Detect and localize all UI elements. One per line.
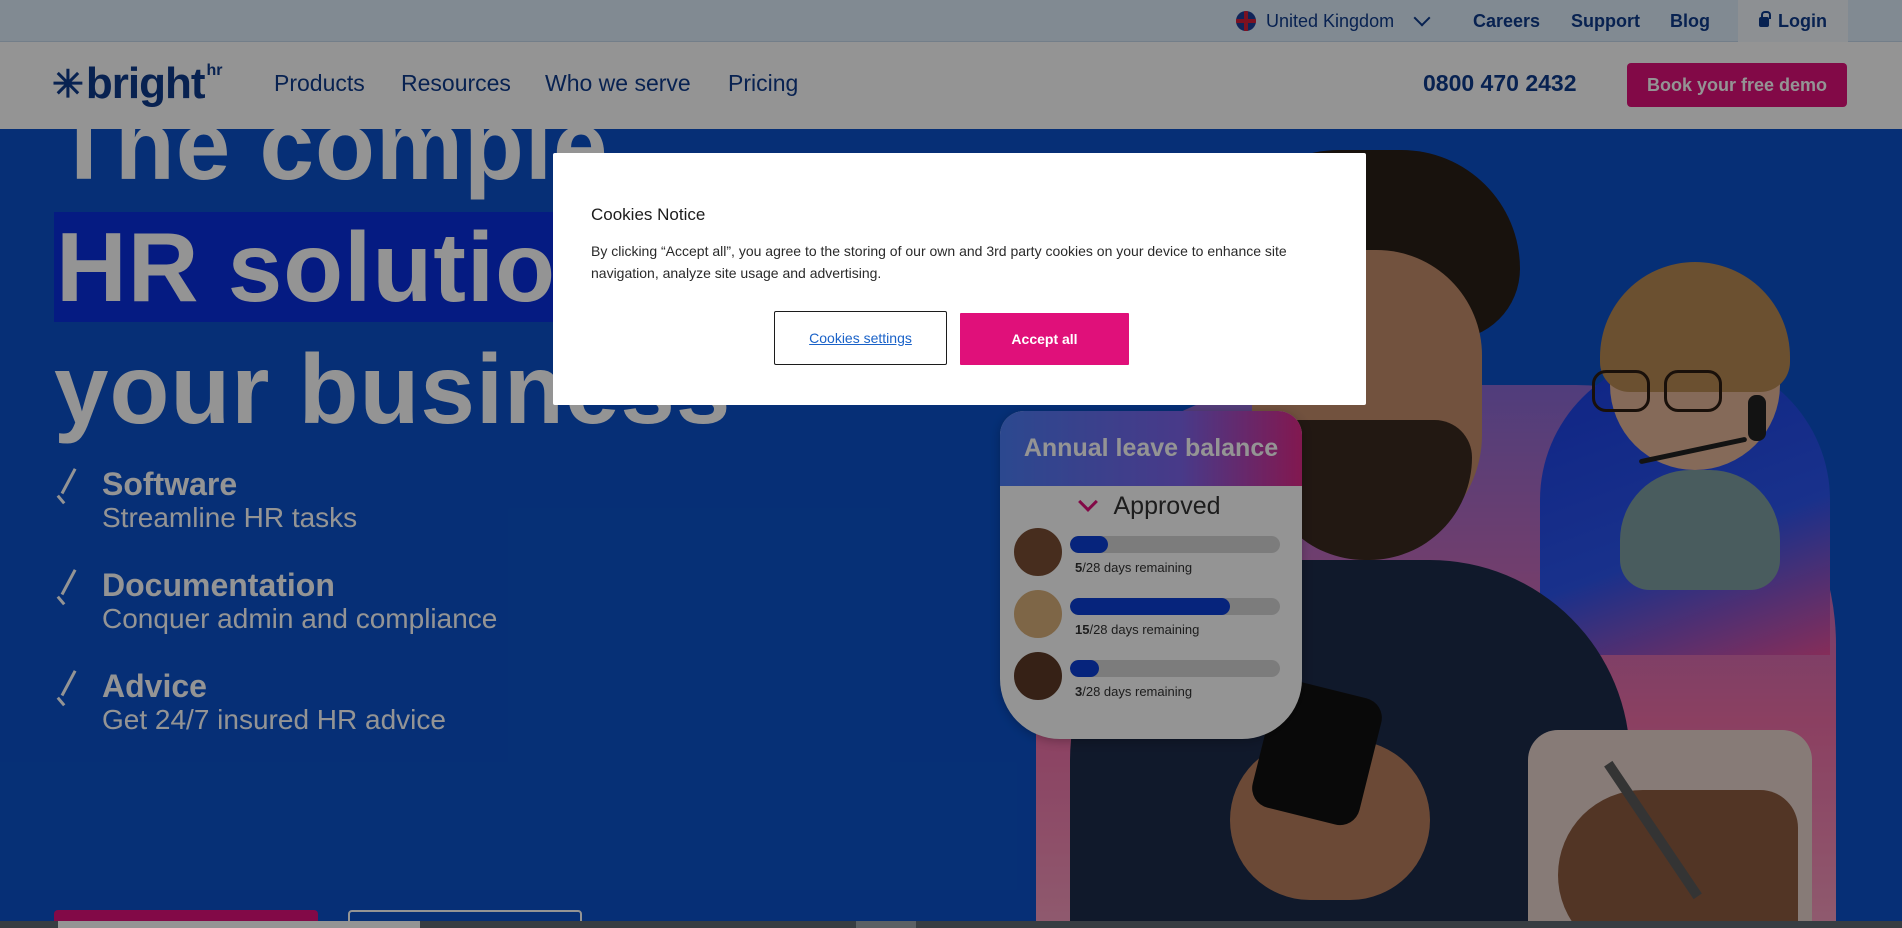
- cookies-notice-title: Cookies Notice: [591, 205, 706, 224]
- cookies-settings-button[interactable]: Cookies settings: [774, 311, 947, 365]
- cookies-notice-dialog: Cookies Notice By clicking “Accept all”,…: [553, 153, 1366, 405]
- cookies-notice-body: By clicking “Accept all”, you agree to t…: [591, 243, 1287, 281]
- accept-all-button[interactable]: Accept all: [960, 313, 1129, 365]
- cookie-backdrop: [0, 0, 1902, 928]
